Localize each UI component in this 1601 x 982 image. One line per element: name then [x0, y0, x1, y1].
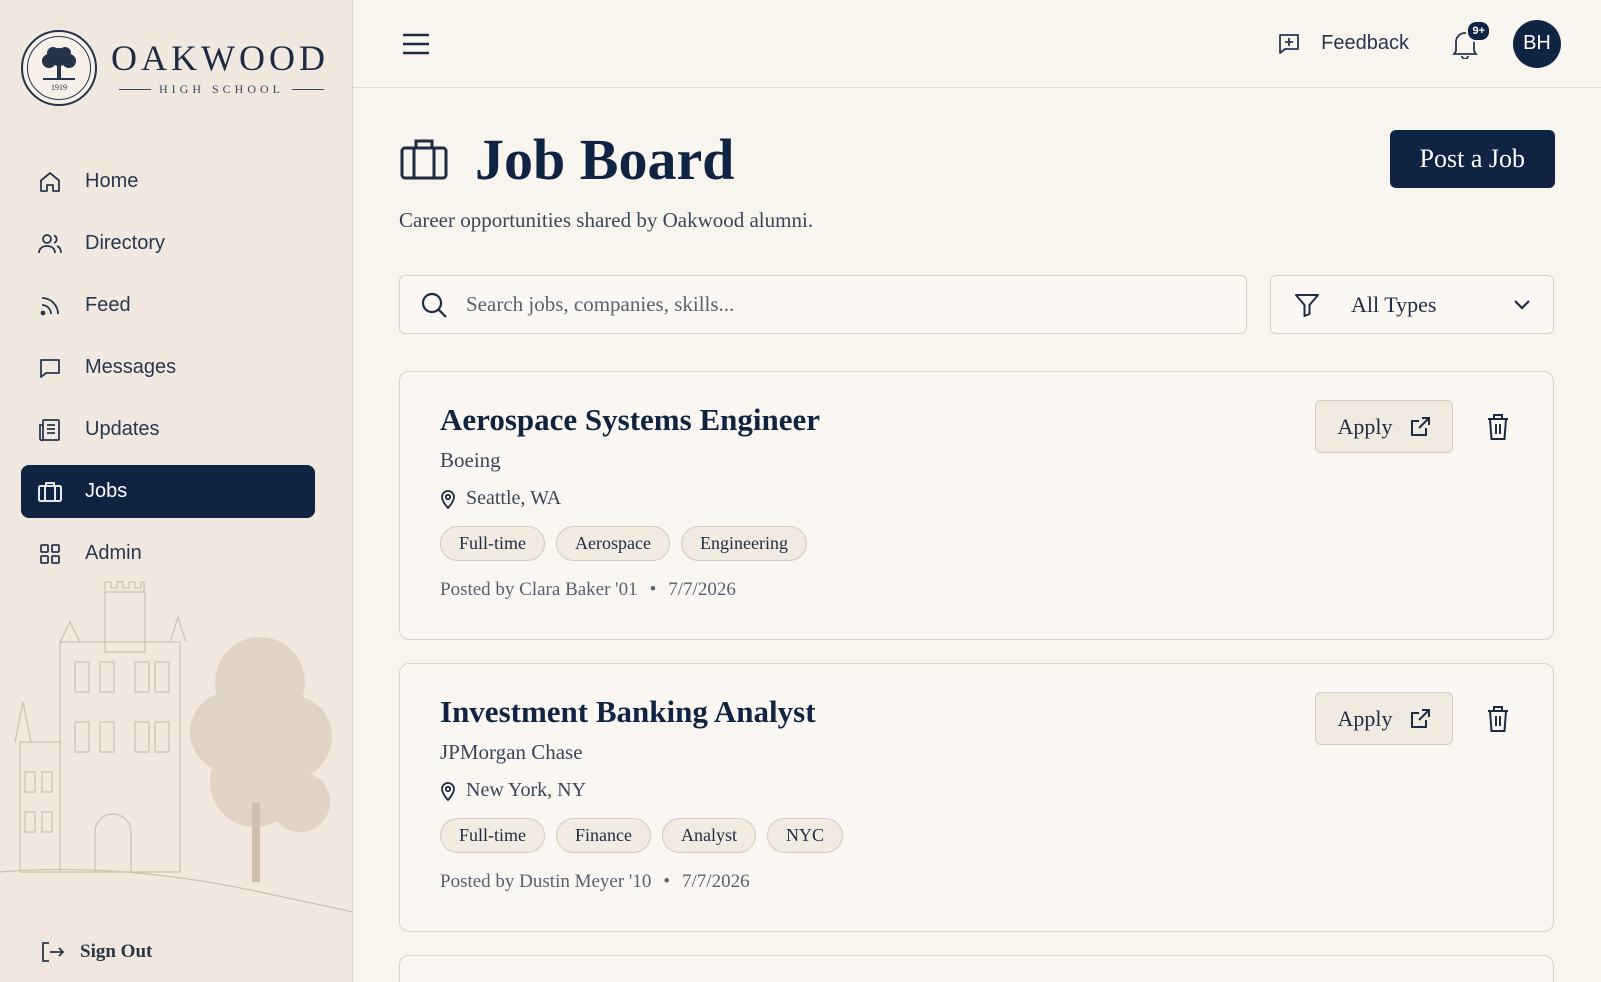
- newspaper-icon: [37, 417, 63, 443]
- school-subtitle: HIGH SCHOOL: [159, 81, 284, 96]
- page-title: Job Board: [475, 126, 735, 192]
- search-input[interactable]: [466, 292, 1226, 317]
- notification-badge: 9+: [1466, 19, 1491, 42]
- seal-year: 1919: [51, 82, 67, 92]
- page-subtitle: Career opportunities shared by Oakwood a…: [399, 208, 814, 232]
- feedback-icon: [1277, 32, 1301, 56]
- job-tags: Full-time Finance Analyst NYC: [440, 818, 1513, 853]
- briefcase-icon: [399, 134, 449, 184]
- menu-toggle-button[interactable]: [399, 27, 433, 61]
- job-tag: Engineering: [680, 526, 807, 561]
- sidebar-item-updates[interactable]: Updates: [21, 403, 315, 456]
- job-tags: Full-time Aerospace Engineering: [440, 526, 1513, 561]
- map-pin-icon: [440, 489, 456, 509]
- chevron-down-icon: [1513, 299, 1531, 311]
- sidebar-item-jobs[interactable]: Jobs: [21, 465, 315, 518]
- briefcase-icon: [37, 479, 63, 505]
- job-type-label: All Types: [1351, 291, 1437, 317]
- sidebar-item-messages[interactable]: Messages: [21, 341, 315, 394]
- sidebar-item-label: Jobs: [85, 480, 128, 502]
- sidebar-item-directory[interactable]: Directory: [21, 217, 315, 270]
- home-icon: [37, 169, 63, 195]
- sidebar-item-label: Updates: [85, 418, 160, 440]
- user-avatar[interactable]: BH: [1513, 19, 1561, 68]
- job-location-text: Seattle, WA: [466, 487, 562, 509]
- school-name: OAKWOOD: [111, 37, 329, 78]
- external-link-icon: [1409, 708, 1431, 730]
- sign-out-button[interactable]: Sign Out: [40, 940, 152, 964]
- delete-job-button[interactable]: [1483, 407, 1513, 447]
- sidebar-item-home[interactable]: Home: [21, 155, 315, 208]
- apply-button[interactable]: Apply: [1315, 400, 1453, 453]
- job-tag: Full-time: [440, 818, 545, 853]
- external-link-icon: [1409, 416, 1431, 438]
- apply-button[interactable]: Apply: [1315, 692, 1453, 745]
- job-posted-date: 7/7/2026: [668, 579, 736, 600]
- job-posted-by: Posted by Clara Baker '01: [440, 579, 638, 600]
- sidebar-item-label: Messages: [85, 356, 177, 378]
- logout-icon: [40, 940, 66, 964]
- main-content: Feedback 9+ BH Job Board Post a Job Care…: [353, 0, 1601, 982]
- job-posted-date: 7/7/2026: [682, 871, 750, 892]
- job-tag: Finance: [556, 818, 651, 853]
- hamburger-icon: [403, 33, 429, 54]
- feedback-button[interactable]: Feedback: [1277, 32, 1409, 56]
- job-posted-by: Posted by Dustin Meyer '10: [440, 871, 652, 892]
- search-box: [399, 275, 1247, 334]
- trash-icon: [1488, 705, 1508, 732]
- filter-icon: [1295, 293, 1319, 317]
- oak-tree-icon: [42, 46, 76, 80]
- sign-out-label: Sign Out: [80, 941, 153, 962]
- trash-icon: [1488, 413, 1508, 440]
- job-card: [399, 955, 1554, 982]
- sidebar: 1919 OAKWOOD HIGH SCHOOL Home Directory …: [0, 0, 353, 982]
- apply-label: Apply: [1337, 413, 1393, 439]
- school-seal: 1919: [21, 30, 97, 106]
- campus-illustration: [0, 581, 352, 912]
- sidebar-item-label: Feed: [85, 294, 131, 316]
- job-tag: Analyst: [661, 818, 756, 853]
- job-location: New York, NY: [440, 779, 1513, 802]
- delete-job-button[interactable]: [1483, 699, 1513, 739]
- feedback-label: Feedback: [1321, 32, 1409, 54]
- top-bar: Feedback 9+ BH: [353, 0, 1601, 88]
- apply-label: Apply: [1337, 705, 1393, 731]
- sidebar-item-feed[interactable]: Feed: [21, 279, 315, 332]
- job-location: Seattle, WA: [440, 487, 1513, 510]
- job-card: Aerospace Systems Engineer Boeing Seattl…: [399, 371, 1554, 640]
- map-pin-icon: [440, 781, 456, 801]
- job-posted-info: Posted by Clara Baker '01 • 7/7/2026: [440, 579, 736, 600]
- rss-icon: [37, 293, 63, 319]
- job-tag: Full-time: [440, 526, 545, 561]
- sidebar-item-label: Directory: [85, 232, 166, 254]
- job-tag: Aerospace: [556, 526, 670, 561]
- sidebar-nav: Home Directory Feed Messages Updates Job…: [21, 155, 315, 589]
- job-posted-info: Posted by Dustin Meyer '10 • 7/7/2026: [440, 871, 750, 892]
- grid-icon: [37, 541, 63, 567]
- sidebar-item-label: Admin: [85, 542, 142, 564]
- notifications-button[interactable]: 9+: [1445, 19, 1491, 64]
- post-job-button[interactable]: Post a Job: [1389, 130, 1555, 188]
- message-icon: [37, 355, 63, 381]
- school-logo[interactable]: 1919 OAKWOOD HIGH SCHOOL: [21, 30, 332, 106]
- search-icon: [421, 292, 447, 318]
- job-card: Investment Banking Analyst JPMorgan Chas…: [399, 663, 1554, 932]
- job-type-select[interactable]: All Types: [1270, 275, 1554, 334]
- job-tag: NYC: [766, 818, 843, 853]
- job-location-text: New York, NY: [466, 779, 587, 801]
- users-icon: [37, 231, 63, 257]
- sidebar-item-label: Home: [85, 170, 139, 192]
